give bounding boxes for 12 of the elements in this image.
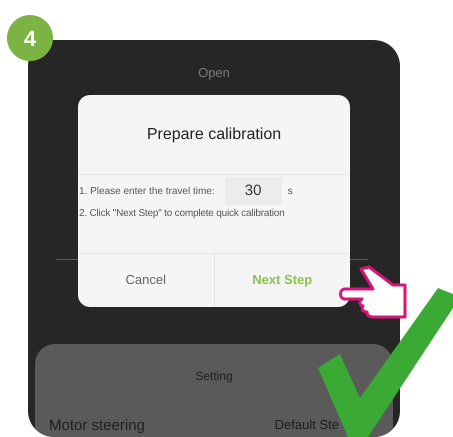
unit-label: s <box>288 184 293 198</box>
setting-value: Default Ste <box>274 416 339 434</box>
step-badge: 4 <box>7 15 53 61</box>
header-title: Open <box>198 65 230 81</box>
cancel-button[interactable]: Cancel <box>118 266 174 294</box>
settings-title: Setting <box>195 368 233 384</box>
travel-time-label: 1. Please enter the travel time: <box>79 184 215 198</box>
setting-label: Motor steering <box>49 416 145 436</box>
dialog-title: Prepare calibration <box>146 124 282 144</box>
travel-time-field[interactable]: 30 <box>224 177 282 205</box>
instruction-text: 2. Click "Next Step" to complete quick calibration <box>79 207 286 221</box>
checkmark-icon <box>318 288 453 437</box>
